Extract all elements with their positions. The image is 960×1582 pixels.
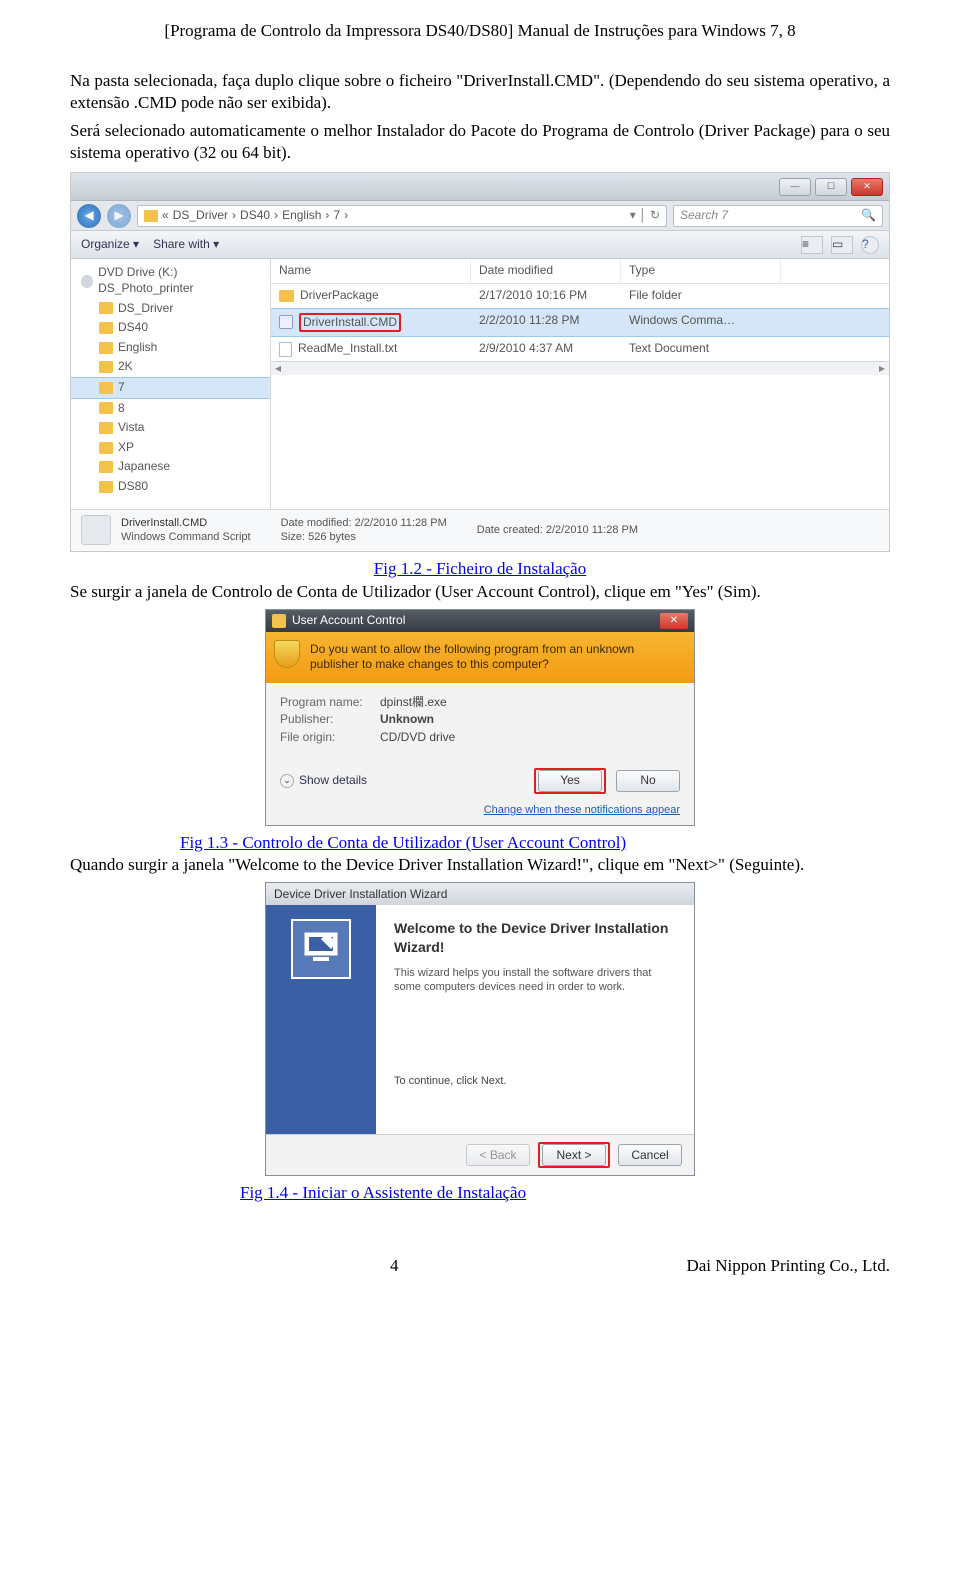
file-icon [279,315,293,329]
explorer-screenshot: — ☐ ✕ ◀ ▶ « DS_Driver › DS40 › English ›… [70,172,890,552]
folder-icon [99,442,113,454]
uac-screenshot: User Account Control ✕ Do you want to al… [265,609,695,827]
figure-caption-1: Fig 1.2 - Ficheiro de Instalação [374,559,586,578]
tree-node[interactable]: 8 [71,399,270,419]
tree-node[interactable]: 2K [71,357,270,377]
file-row[interactable]: DriverPackage2/17/2010 10:16 PMFile fold… [271,284,889,308]
back-button: < Back [466,1144,530,1166]
horizontal-scrollbar[interactable]: ◂ ▸ [271,361,889,375]
page-number: 4 [390,1255,399,1277]
close-button[interactable]: ✕ [660,613,688,629]
search-icon: 🔍 [861,208,876,224]
tree-node[interactable]: 7 [71,377,270,399]
folder-icon [99,481,113,493]
maximize-button[interactable]: ☐ [815,178,847,196]
cancel-button[interactable]: Cancel [618,1144,682,1166]
folder-icon [99,322,113,334]
explorer-toolbar: Organize ▾ Share with ▾ ≡ ▭ ? [71,231,889,259]
next-button[interactable]: Next > [542,1144,606,1166]
file-row[interactable]: DriverInstall.CMD2/2/2010 11:28 PMWindow… [271,308,889,338]
no-button[interactable]: No [616,770,680,792]
change-notifications-link[interactable]: Change when these notifications appear [484,804,680,816]
folder-icon [99,302,113,314]
file-list[interactable]: Name Date modified Type DriverPackage2/1… [271,259,889,509]
show-details-toggle[interactable]: ⌄ Show details [280,773,367,789]
address-bar: ◀ ▶ « DS_Driver › DS40 › English › 7 › ▾… [71,201,889,231]
figure-caption-2: Fig 1.3 - Controlo de Conta de Utilizado… [180,833,626,852]
preview-pane-button[interactable]: ▭ [831,236,853,254]
folder-icon [144,210,158,222]
wizard-description: This wizard helps you install the softwa… [394,966,676,995]
minimize-button[interactable]: — [779,178,811,196]
back-button[interactable]: ◀ [77,204,101,228]
tree-node[interactable]: DS80 [71,477,270,497]
folder-icon [99,342,113,354]
device-icon [291,919,351,979]
tree-node[interactable]: DS40 [71,318,270,338]
folder-icon [99,382,113,394]
intro-paragraph-2: Será selecionado automaticamente o melho… [70,120,890,164]
wizard-sidebar [266,905,376,1134]
folder-icon [81,275,93,288]
chevron-down-icon: ⌄ [280,774,294,788]
organize-menu[interactable]: Organize ▾ [81,237,139,253]
folder-tree[interactable]: DVD Drive (K:) DS_Photo_printerDS_Driver… [71,259,271,509]
wizard-screenshot: Device Driver Installation Wizard Welcom… [265,882,695,1176]
wizard-continue-text: To continue, click Next. [394,1074,676,1088]
file-type-icon [81,515,111,545]
company-name: Dai Nippon Printing Co., Ltd. [686,1255,890,1277]
folder-icon [99,461,113,473]
figure-caption-3: Fig 1.4 - Iniciar o Assistente de Instal… [240,1183,526,1202]
folder-icon [99,361,113,373]
shield-icon [274,640,300,668]
window-titlebar: — ☐ ✕ [71,173,889,201]
after-caption-1: Se surgir a janela de Controlo de Conta … [70,581,890,603]
help-button[interactable]: ? [861,236,879,254]
wizard-heading: Welcome to the Device Driver Installatio… [394,919,676,955]
breadcrumb[interactable]: « DS_Driver › DS40 › English › 7 › ▾ │ ↻ [137,205,667,227]
refresh-icon[interactable]: ▾ │ ↻ [630,208,660,224]
uac-question: Do you want to allow the following progr… [266,632,694,683]
shield-icon [272,614,286,628]
tree-node[interactable]: English [71,338,270,358]
folder-icon [99,422,113,434]
file-icon [279,342,292,357]
after-caption-2: Quando surgir a janela "Welcome to the D… [70,854,890,876]
tree-node[interactable]: Vista [71,418,270,438]
yes-button[interactable]: Yes [538,770,602,792]
view-options-button[interactable]: ≡ [801,236,823,254]
close-button[interactable]: ✕ [851,178,883,196]
uac-titlebar: User Account Control ✕ [266,610,694,632]
list-header: Name Date modified Type [271,259,889,284]
details-pane: DriverInstall.CMD Windows Command Script… [71,509,889,549]
file-icon [279,290,294,302]
wizard-titlebar: Device Driver Installation Wizard [266,883,694,905]
forward-button[interactable]: ▶ [107,204,131,228]
folder-icon [99,402,113,414]
file-row[interactable]: ReadMe_Install.txt2/9/2010 4:37 AMText D… [271,337,889,361]
share-menu[interactable]: Share with ▾ [153,237,219,253]
tree-node[interactable]: XP [71,438,270,458]
tree-node[interactable]: DS_Driver [71,299,270,319]
tree-node[interactable]: Japanese [71,457,270,477]
search-input[interactable]: Search 7 🔍 [673,205,883,227]
tree-node[interactable]: DVD Drive (K:) DS_Photo_printer [71,263,270,298]
intro-paragraph-1: Na pasta selecionada, faça duplo clique … [70,70,890,114]
page-header: [Programa de Controlo da Impressora DS40… [70,20,890,42]
